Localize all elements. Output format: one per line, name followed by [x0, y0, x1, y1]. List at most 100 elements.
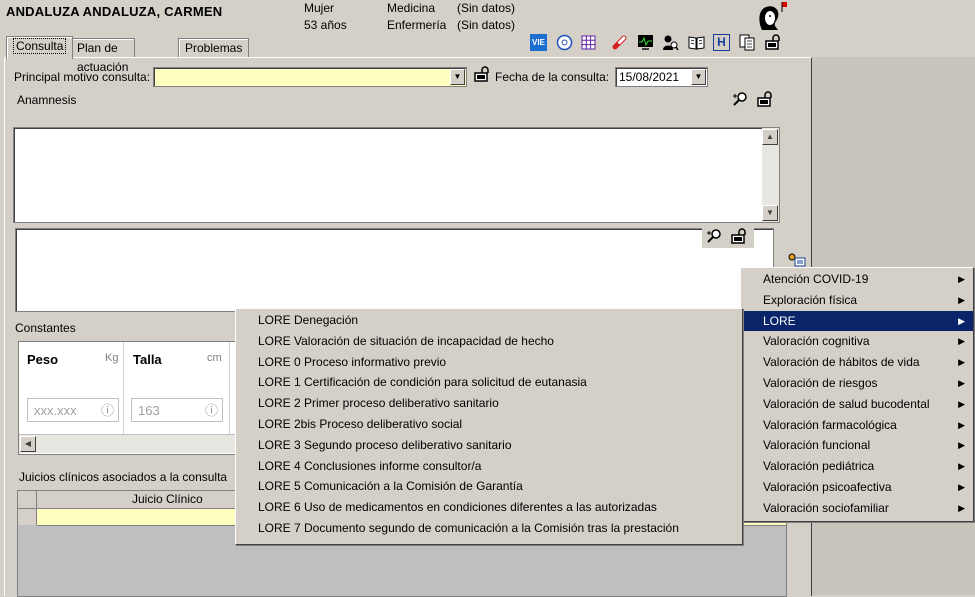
data-medicina: (Sin datos): [457, 1, 516, 15]
menu-item[interactable]: Valoración de hábitos de vida ▶: [741, 352, 973, 373]
submenu-arrow-icon: ▶: [958, 315, 965, 326]
motivo-combo[interactable]: ▼: [153, 67, 467, 87]
menu-item[interactable]: Valoración de riesgos ▶: [741, 373, 973, 394]
submenu-item-label: LORE Denegación: [258, 313, 359, 327]
exploracion-textarea[interactable]: [15, 228, 774, 312]
pill-icon[interactable]: [612, 34, 629, 51]
submenu-item[interactable]: LORE 0 Proceso informativo previo: [236, 352, 742, 373]
submenu-item[interactable]: LORE 5 Comunicación a la Comisión de Gar…: [236, 476, 742, 497]
menu-item-label: Valoración psicoafectiva: [763, 479, 892, 494]
vertical-scrollbar[interactable]: ▲ ▼: [762, 128, 779, 222]
zoom-icon[interactable]: [706, 228, 722, 244]
menu-item-label: Valoración de hábitos de vida: [763, 355, 920, 370]
menu-item[interactable]: Atención COVID-19 ▶: [741, 269, 973, 290]
submenu-arrow-icon: ▶: [958, 294, 965, 305]
submenu-arrow-icon: ▶: [958, 336, 965, 347]
submenu-arrow-icon: ▶: [958, 357, 965, 368]
divider: [123, 342, 124, 434]
submenu-arrow-icon: ▶: [958, 461, 965, 472]
tab-plan-actuacion[interactable]: Plan de actuación: [70, 38, 136, 74]
submenu-item[interactable]: LORE 6 Uso de medicamentos en condicione…: [236, 497, 742, 518]
menu-item[interactable]: Valoración de salud bucodental ▶: [741, 394, 973, 415]
info-icon: ⓘ: [100, 403, 114, 418]
anamnesis-textarea[interactable]: ▲ ▼: [13, 127, 780, 223]
submenu-item[interactable]: LORE 3 Segundo proceso deliberativo sani…: [236, 435, 742, 456]
submenu-item[interactable]: LORE 7 Documento segundo de comunicación…: [236, 518, 742, 539]
peso-label: Peso: [27, 352, 59, 367]
submenu-item[interactable]: LORE Valoración de situación de incapaci…: [236, 331, 742, 352]
fecha-combo[interactable]: 15/08/2021 ▼: [615, 67, 708, 87]
constantes-label: Constantes: [15, 321, 76, 335]
exploracion-lock-icon[interactable]: [730, 228, 748, 245]
disc-icon[interactable]: [556, 34, 573, 51]
peso-placeholder: xxx.xxx: [34, 403, 77, 418]
submenu-item[interactable]: LORE 2bis Proceso deliberativo social: [236, 414, 742, 435]
submenu-item-label: LORE 1 Certificación de condición para s…: [258, 375, 587, 390]
tab-problemas[interactable]: Problemas: [178, 38, 250, 58]
doctor-search-icon[interactable]: [662, 34, 679, 51]
talla-unit: cm: [207, 352, 222, 364]
talla-value: 163: [138, 403, 160, 418]
juicios-label: Juicios clínicos asociados a la consulta: [19, 470, 228, 484]
menu-item-label: Exploración física: [763, 292, 858, 307]
menu-item-label: Atención COVID-19: [763, 272, 869, 286]
menu-item-label: LORE: [763, 313, 796, 328]
hospital-icon[interactable]: H: [713, 34, 730, 51]
submenu-item-label: LORE 0 Proceso informativo previo: [258, 354, 447, 369]
submenu-item[interactable]: LORE Denegación: [236, 310, 742, 331]
lock-icon[interactable]: [764, 34, 782, 51]
zoom-icon[interactable]: [732, 91, 748, 107]
book-icon[interactable]: [688, 34, 705, 51]
menu-item[interactable]: Valoración psicoafectiva ▶: [741, 477, 973, 498]
submenu-item[interactable]: LORE 4 Conclusiones informe consultor/a: [236, 456, 742, 477]
menu-item[interactable]: Valoración pediátrica ▶: [741, 456, 973, 477]
scroll-left-icon[interactable]: ◀: [20, 436, 36, 452]
anamnesis-label: Anamnesis: [17, 93, 77, 107]
row-selector[interactable]: [18, 509, 37, 525]
service-enfermeria: Enfermería: [387, 18, 447, 32]
menu-item-label: Valoración de riesgos: [763, 375, 878, 390]
talla-field[interactable]: 163 ⓘ: [131, 398, 223, 422]
scroll-down-icon[interactable]: ▼: [762, 205, 778, 221]
menu-item[interactable]: Valoración funcional ▶: [741, 435, 973, 456]
grid-icon[interactable]: [580, 34, 597, 51]
scroll-up-icon[interactable]: ▲: [762, 129, 778, 145]
tab-consulta[interactable]: Consulta: [6, 36, 74, 59]
chevron-down-icon[interactable]: ▼: [450, 69, 465, 85]
menu-item-label: Valoración farmacológica: [763, 417, 897, 432]
info-icon: ⓘ: [204, 403, 218, 418]
submenu-item-label: LORE 2 Primer proceso deliberativo sanit…: [258, 396, 499, 411]
peso-unit: Kg: [105, 352, 119, 364]
documents-icon[interactable]: [739, 34, 756, 51]
menu-item[interactable]: Valoración farmacológica ▶: [741, 415, 973, 436]
submenu-item[interactable]: LORE 2 Primer proceso deliberativo sanit…: [236, 393, 742, 414]
submenu-item[interactable]: LORE 1 Certificación de condición para s…: [236, 372, 742, 393]
submenu-arrow-icon: ▶: [958, 398, 965, 409]
menu-item[interactable]: Exploración física ▶: [741, 290, 973, 311]
submenu-item-label: LORE 3 Segundo proceso deliberativo sani…: [258, 437, 512, 452]
submenu-arrow-icon: ▶: [958, 502, 965, 513]
submenu-arrow-icon: ▶: [958, 377, 965, 388]
menu-item[interactable]: Valoración sociofamiliar ▶: [741, 498, 973, 519]
motivo-lock-icon[interactable]: [473, 66, 491, 83]
patient-avatar-icon[interactable]: [754, 2, 788, 32]
patient-sex: Mujer: [304, 1, 335, 15]
settings-icon[interactable]: [786, 251, 806, 267]
menu-item-label: Valoración cognitiva: [763, 334, 870, 349]
patient-data: (Sin datos) (Sin datos): [457, 0, 515, 34]
anamnesis-lock-icon[interactable]: [756, 91, 774, 108]
menu-item[interactable]: LORE ▶: [741, 310, 973, 332]
peso-field[interactable]: xxx.xxx ⓘ: [27, 398, 119, 422]
patient-services: Medicina Enfermería: [387, 0, 446, 34]
submenu-item-label: LORE 2bis Proceso deliberativo social: [258, 416, 463, 431]
monitor-icon[interactable]: [637, 34, 654, 51]
constantes-box: Peso Kg Talla cm xxx.xxx ⓘ 163 ⓘ ◀: [18, 341, 250, 455]
menu-item[interactable]: Valoración cognitiva ▶: [741, 331, 973, 352]
service-medicina: Medicina: [387, 1, 436, 15]
chevron-down-icon[interactable]: ▼: [691, 69, 706, 85]
submenu-item-label: LORE 5 Comunicación a la Comisión de Gar…: [258, 479, 523, 494]
vie-icon[interactable]: VIE: [530, 34, 547, 51]
menu-item-label: Valoración sociofamiliar: [763, 500, 889, 515]
horizontal-scrollbar[interactable]: ◀: [19, 434, 249, 453]
patient-demographics: Mujer 53 años: [304, 0, 347, 34]
